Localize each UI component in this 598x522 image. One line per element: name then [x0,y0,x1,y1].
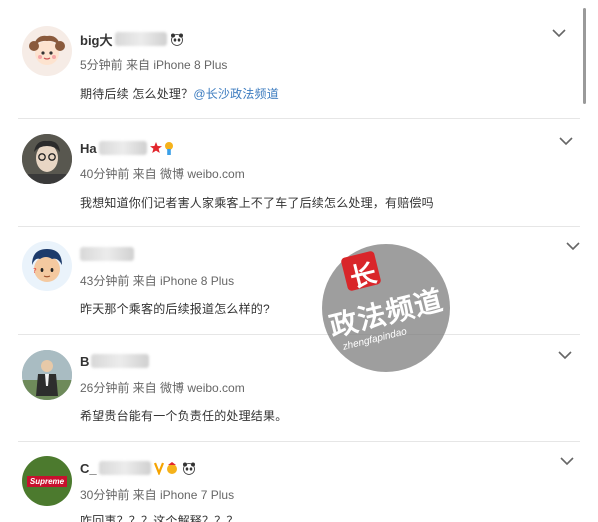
divider [18,441,580,442]
scrollbar[interactable] [583,8,586,104]
commenter-name-text[interactable]: Ha [80,141,97,156]
commenter-name[interactable] [80,245,134,263]
chevron-down-icon[interactable] [558,350,572,360]
panda-icon [170,32,184,46]
comment-meta: 5分钟前 来自 iPhone 8 Plus [80,58,228,72]
channel-logo: 长 [340,250,382,294]
commenter-name[interactable]: Ha [80,139,173,157]
commenter-name[interactable]: B [80,352,150,370]
supreme-logo-avatar[interactable]: Supreme [22,456,72,506]
comment-meta: 30分钟前 来自 iPhone 7 Plus [80,488,235,502]
comment-text: 期待后续 怎么处理？@长沙政法频道 [80,85,279,102]
blurred-name [114,32,167,46]
comment-text: 我想知道你们记者害人家乘客上不了车了后续怎么处理，有赔偿吗 [80,196,434,210]
svg-text:?: ? [33,267,37,275]
channel-logo-char: 长 [347,258,380,295]
commenter-name-text[interactable]: C_ [80,461,97,476]
chevron-down-icon[interactable] [560,456,574,466]
comment-meta: 43分钟前 来自 iPhone 8 Plus [80,274,235,288]
divider [18,334,580,335]
blurred-name [91,354,150,368]
blurred-name [98,141,147,155]
blurred-name [98,461,151,475]
cartoon-boy-avatar[interactable]: ? [22,241,72,291]
person-photo-avatar[interactable] [22,134,72,184]
commenter-name-text[interactable]: B [80,354,89,369]
comment-body: 期待后续 怎么处理？ [80,87,194,101]
chevron-down-icon[interactable] [566,241,580,251]
comment-feed: big大 5分钟前 来自 iPhone 8 Plus 期待后续 怎么处理？@长沙… [0,0,598,522]
comment-meta: 26分钟前 来自 微博 weibo.com [80,381,245,395]
supreme-logo-label: Supreme [26,475,68,487]
commenter-name[interactable]: C_ [80,459,198,477]
commenter-name[interactable]: big大 [80,30,184,48]
blurred-name [80,247,134,261]
channel-watermark: 长 政法频道 zhengfapindao [322,244,450,372]
man-outdoor-avatar[interactable] [22,350,72,400]
panda-icon [153,461,198,476]
cartoon-girl-avatar[interactable] [22,26,72,76]
chevron-down-icon[interactable] [552,28,566,38]
comment-meta: 40分钟前 来自 微博 weibo.com [80,167,245,181]
commenter-name-text[interactable]: big大 [80,30,113,49]
comment-text: 昨天那个乘客的后续报道怎么样的? [80,302,270,316]
comment-text: 希望贵台能有一个负责任的处理结果。 [80,409,288,423]
chevron-down-icon[interactable] [559,136,573,146]
star-medal-icon [149,141,173,155]
comment-text: 咋回事？？？这个解释？？？ [80,514,239,522]
divider [18,118,580,119]
mention-link[interactable]: @长沙政法频道 [193,87,279,101]
divider [18,226,580,227]
